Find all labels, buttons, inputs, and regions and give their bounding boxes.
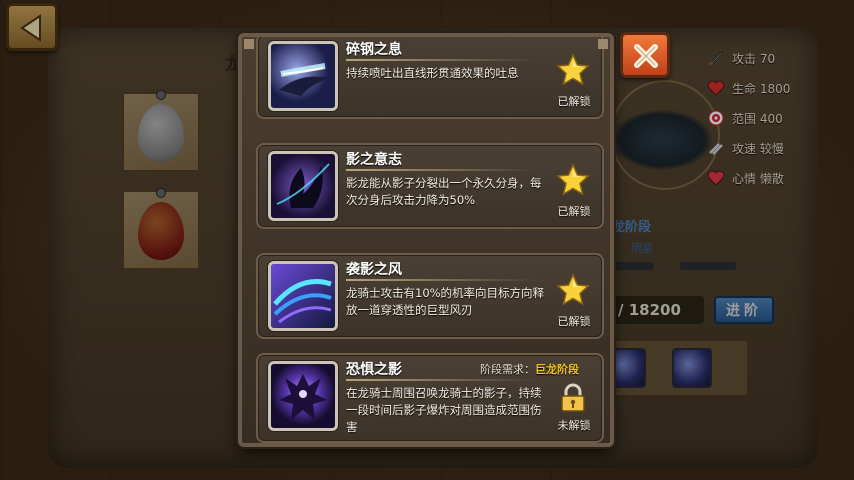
skill-name: 影之意志 [346, 152, 402, 168]
skill-name: 碎钢之息 [346, 42, 402, 58]
skills-panel: 碎钢之息 持续喷吐出直线形贯通效果的吐息 已解锁 影之意志 影龙能从影子分裂出一… [238, 33, 614, 447]
fear-shadow-icon [268, 361, 338, 431]
divider [346, 169, 536, 171]
skill-name: 袭影之风 [346, 262, 402, 278]
unlock-status: 已解锁 [557, 315, 591, 328]
unlock-status: 已解锁 [557, 205, 591, 218]
skill-card[interactable]: 影之意志 影龙能从影子分裂出一个永久分身，每次分身后攻击力降为50% 已解锁 [256, 143, 604, 229]
skill-description: 龙骑士攻击有10%的机率向目标方向释放一道穿透性的巨型风刃 [346, 286, 545, 317]
unlock-status: 已解锁 [557, 95, 591, 108]
lock-icon [561, 383, 585, 412]
close-button[interactable] [620, 32, 670, 78]
skill-description: 持续喷吐出直线形贯通效果的吐息 [346, 66, 519, 80]
close-icon [634, 44, 658, 68]
star-icon [556, 163, 590, 196]
stage-requirement: 阶段需求：巨龙阶段 [480, 363, 579, 376]
skill-card[interactable]: 碎钢之息 持续喷吐出直线形贯通效果的吐息 已解锁 [256, 37, 604, 119]
divider [346, 379, 536, 381]
skill-description: 在龙骑士周围召唤龙骑士的影子，持续一段时间后影子爆炸对周围造成范围伤害 [346, 386, 542, 434]
skill-card[interactable]: 袭影之风 龙骑士攻击有10%的机率向目标方向释放一道穿透性的巨型风刃 已解锁 [256, 253, 604, 339]
skill-card[interactable]: 恐惧之影 阶段需求：巨龙阶段 在龙骑士周围召唤龙骑士的影子，持续一段时间后影子爆… [256, 353, 604, 443]
divider [346, 59, 536, 61]
steel-breath-icon [268, 41, 338, 111]
star-icon [556, 273, 590, 306]
skill-name: 恐惧之影 [346, 362, 402, 378]
divider [346, 279, 536, 281]
skill-description: 影龙能从影子分裂出一个永久分身，每次分身后攻击力降为50% [346, 176, 542, 207]
star-icon [556, 53, 590, 86]
unlock-status: 未解锁 [557, 419, 591, 432]
shadow-wind-icon [268, 261, 338, 331]
shadow-will-icon [268, 151, 338, 221]
